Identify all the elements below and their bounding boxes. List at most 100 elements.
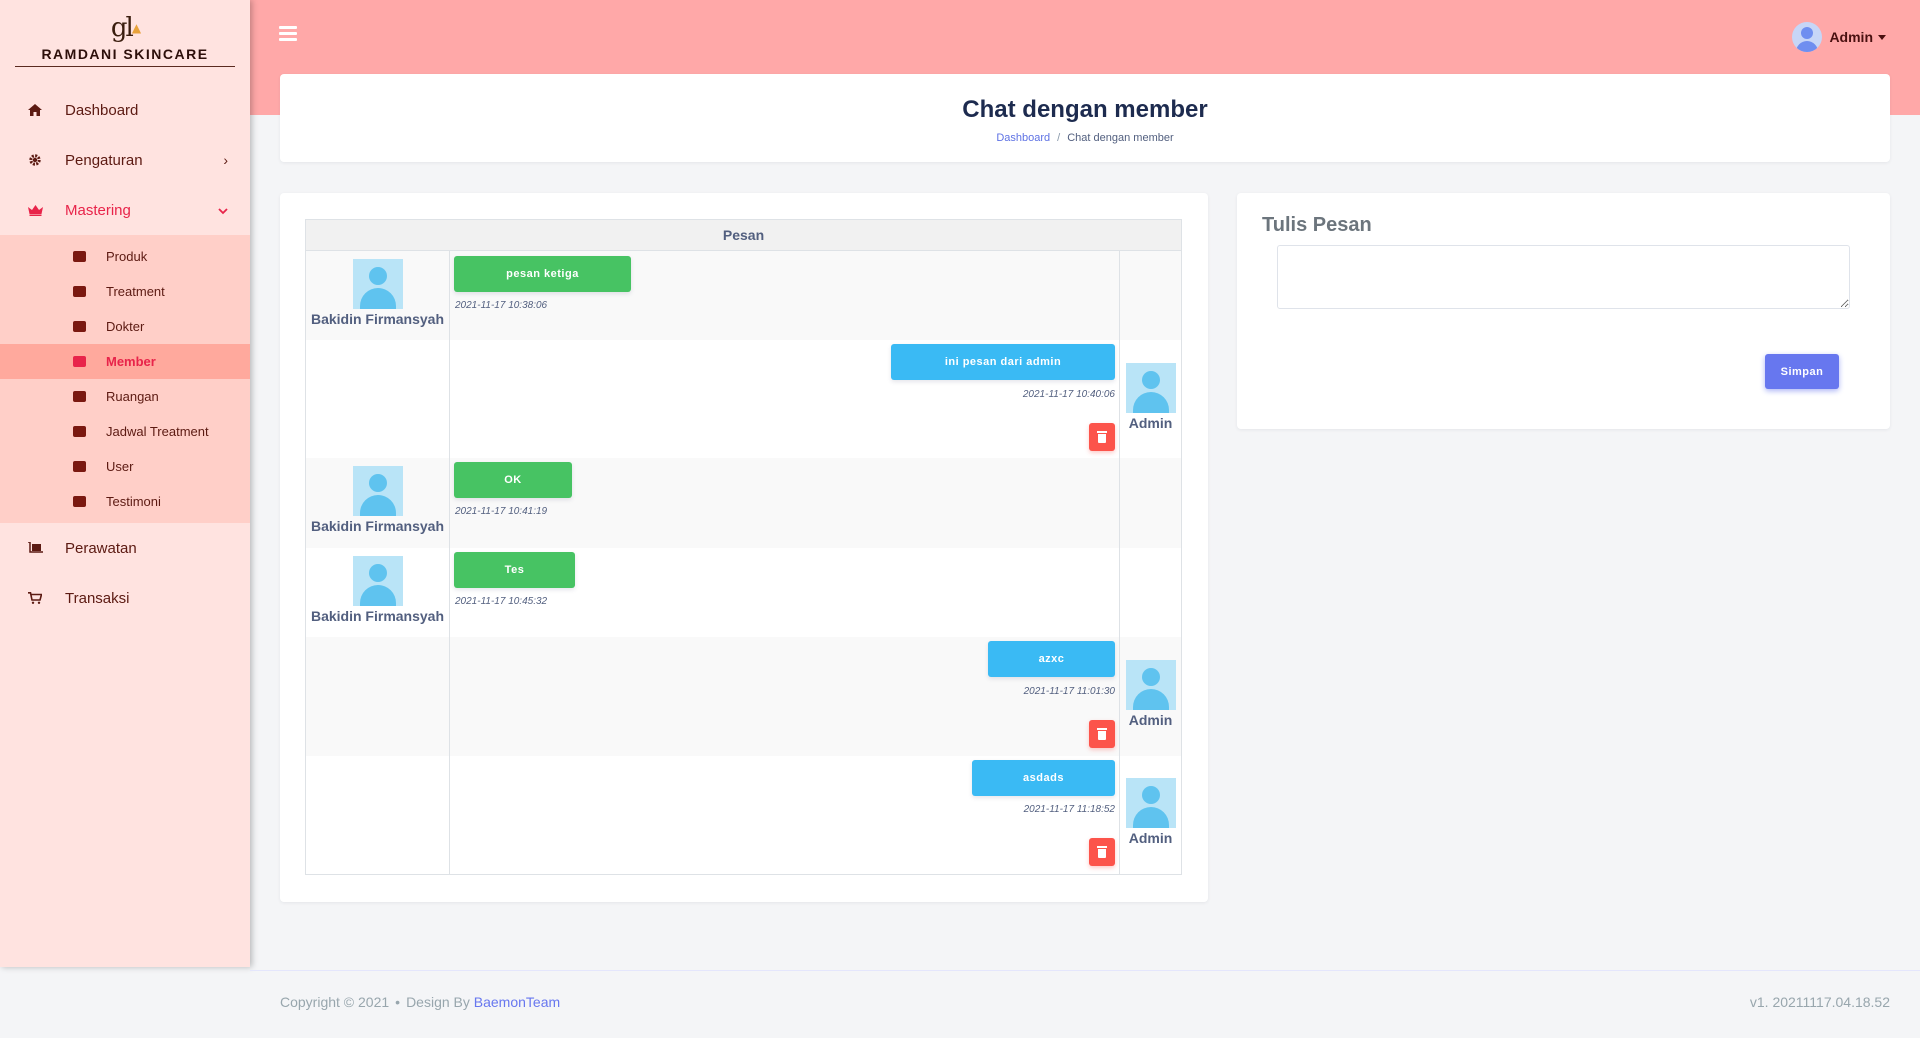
chat-row: Bakidin Firmansyah OK 2021-11-17 10:41:1… — [306, 458, 1181, 548]
delete-message-button[interactable] — [1089, 720, 1115, 748]
brand[interactable]: gl▲ RAMDANI SKINCARE — [0, 0, 250, 67]
message-timestamp: 2021-11-17 10:38:06 — [455, 300, 548, 311]
admin-avatar-block: Admin — [1120, 363, 1181, 431]
message-timestamp: 2021-11-17 10:40:06 — [1022, 389, 1115, 400]
chat-row: Bakidin Firmansyah pesan ketiga 2021-11-… — [306, 251, 1181, 340]
message-bubble: Tes — [454, 552, 575, 588]
message-bubble: azxc — [988, 641, 1115, 677]
design-by-text: Design By — [406, 994, 470, 1010]
message-timestamp: 2021-11-17 11:18:52 — [1023, 804, 1115, 815]
sender-name: Admin — [1128, 830, 1173, 846]
sidebar-item-label: Transaksi — [65, 589, 130, 607]
brand-divider — [15, 66, 235, 67]
message-bubble: asdads — [972, 760, 1115, 796]
sidebar-item-mastering[interactable]: Mastering — [0, 185, 250, 235]
sidebar-item-label: Dokter — [106, 319, 145, 334]
sender-name: Bakidin Firmansyah — [310, 608, 445, 624]
comments-icon — [72, 495, 86, 508]
chat-row: ini pesan dari admin 2021-11-17 10:40:06… — [306, 340, 1181, 458]
sidebar-item-label: Pengaturan — [65, 151, 143, 169]
chat-row: Bakidin Firmansyah Tes 2021-11-17 10:45:… — [306, 548, 1181, 637]
sidebar-nav: Dashboard Pengaturan › Mastering Produk — [0, 85, 250, 623]
home-icon — [27, 103, 43, 117]
compose-title: Tulis Pesan — [1262, 214, 1372, 236]
sidebar-item-pengaturan[interactable]: Pengaturan › — [0, 135, 250, 185]
team-link[interactable]: BaemonTeam — [474, 994, 560, 1010]
delete-message-button[interactable] — [1089, 423, 1115, 451]
message-bubble: OK — [454, 462, 572, 498]
sidebar-item-dokter[interactable]: Dokter — [0, 309, 250, 344]
sidebar-item-label: Produk — [106, 249, 148, 264]
chat-column-header: Pesan — [306, 220, 1181, 251]
sidebar-item-perawatan[interactable]: Perawatan — [0, 523, 250, 573]
brand-name: RAMDANI SKINCARE — [41, 46, 209, 62]
sidebar-item-jadwal-treatment[interactable]: Jadwal Treatment — [0, 414, 250, 449]
sidebar-item-label: Treatment — [106, 284, 165, 299]
chevron-right-icon: › — [223, 152, 228, 168]
sidebar-item-label: User — [106, 459, 134, 474]
page-header: Chat dengan member Dashboard / Chat dengan… — [280, 74, 1890, 162]
caret-down-icon — [1878, 34, 1886, 40]
avatar — [352, 259, 403, 309]
member-card-icon — [72, 355, 86, 368]
avatar — [352, 556, 403, 606]
sidebar-item-ruangan[interactable]: Ruangan — [0, 379, 250, 414]
sidebar-item-testimoni[interactable]: Testimoni — [0, 484, 250, 519]
building-icon — [72, 390, 86, 403]
calendar-icon — [72, 425, 86, 438]
avatar — [1125, 778, 1176, 828]
chat-table: Pesan Bakidin Firmansyah pesan ketiga 20… — [305, 219, 1182, 875]
save-button[interactable]: Simpan — [1765, 354, 1839, 389]
message-input[interactable] — [1277, 245, 1850, 309]
message-timestamp: 2021-11-17 10:41:19 — [455, 506, 548, 517]
sender-name: Admin — [1128, 712, 1173, 728]
chevron-down-icon — [218, 202, 228, 218]
message-timestamp: 2021-11-17 10:45:32 — [455, 596, 548, 607]
avatar — [1125, 660, 1176, 710]
admin-avatar-block: Admin — [1120, 778, 1181, 846]
sidebar-item-label: Dashboard — [65, 101, 139, 119]
user-dropdown[interactable]: Admin — [1792, 22, 1886, 52]
compose-card: Tulis Pesan Simpan — [1237, 193, 1890, 429]
crown-icon — [27, 203, 43, 217]
sidebar-item-label: Jadwal Treatment — [106, 424, 209, 439]
member-avatar-block: Bakidin Firmansyah — [306, 466, 449, 534]
footer-version: v1. 20211117.04.18.52 — [1749, 994, 1890, 1010]
chat-card: Pesan Bakidin Firmansyah pesan ketiga 20… — [280, 193, 1208, 902]
spa-icon — [72, 285, 86, 298]
avatar — [1125, 363, 1176, 413]
cart-icon — [27, 591, 43, 605]
user-name: Admin — [1829, 29, 1873, 45]
luggage-cart-icon — [27, 541, 43, 555]
member-avatar-block: Bakidin Firmansyah — [306, 259, 449, 327]
cog-icon — [27, 153, 43, 167]
box-icon — [72, 250, 86, 263]
admin-avatar-block: Admin — [1120, 660, 1181, 728]
sidebar-item-label: Mastering — [65, 201, 131, 219]
sidebar-item-label: Ruangan — [106, 389, 159, 404]
sidebar-item-user[interactable]: User — [0, 449, 250, 484]
menu-toggle-icon[interactable] — [279, 26, 297, 42]
page-title: Chat dengan member — [962, 96, 1208, 123]
breadcrumb-separator: / — [1057, 132, 1061, 144]
footer-copyright: Copyright © 2021 • Design By BaemonTeam — [280, 994, 560, 1010]
avatar — [1792, 22, 1823, 52]
chat-row: asdads 2021-11-17 11:18:52 Admin — [306, 756, 1181, 874]
footer-bullet: • — [395, 994, 401, 1010]
sidebar-item-label: Perawatan — [65, 539, 137, 557]
copyright-text: Copyright © 2021 — [280, 994, 390, 1010]
sidebar: gl▲ RAMDANI SKINCARE Dashboard Pengatura… — [0, 0, 250, 967]
sidebar-item-treatment[interactable]: Treatment — [0, 274, 250, 309]
sidebar-item-transaksi[interactable]: Transaksi — [0, 573, 250, 623]
breadcrumb: Dashboard / Chat dengan member — [280, 132, 1890, 144]
breadcrumb-dashboard-link[interactable]: Dashboard — [996, 132, 1050, 144]
sidebar-item-dashboard[interactable]: Dashboard — [0, 85, 250, 135]
chat-row: azxc 2021-11-17 11:01:30 Admin — [306, 637, 1181, 756]
user-icon — [72, 460, 86, 473]
sidebar-item-produk[interactable]: Produk — [0, 239, 250, 274]
mastering-submenu: Produk Treatment Dokter Member Ruangan J… — [0, 235, 250, 523]
delete-message-button[interactable] — [1089, 838, 1115, 866]
sidebar-item-member[interactable]: Member — [0, 344, 250, 379]
message-bubble: pesan ketiga — [454, 256, 631, 292]
message-timestamp: 2021-11-17 11:01:30 — [1023, 686, 1115, 697]
